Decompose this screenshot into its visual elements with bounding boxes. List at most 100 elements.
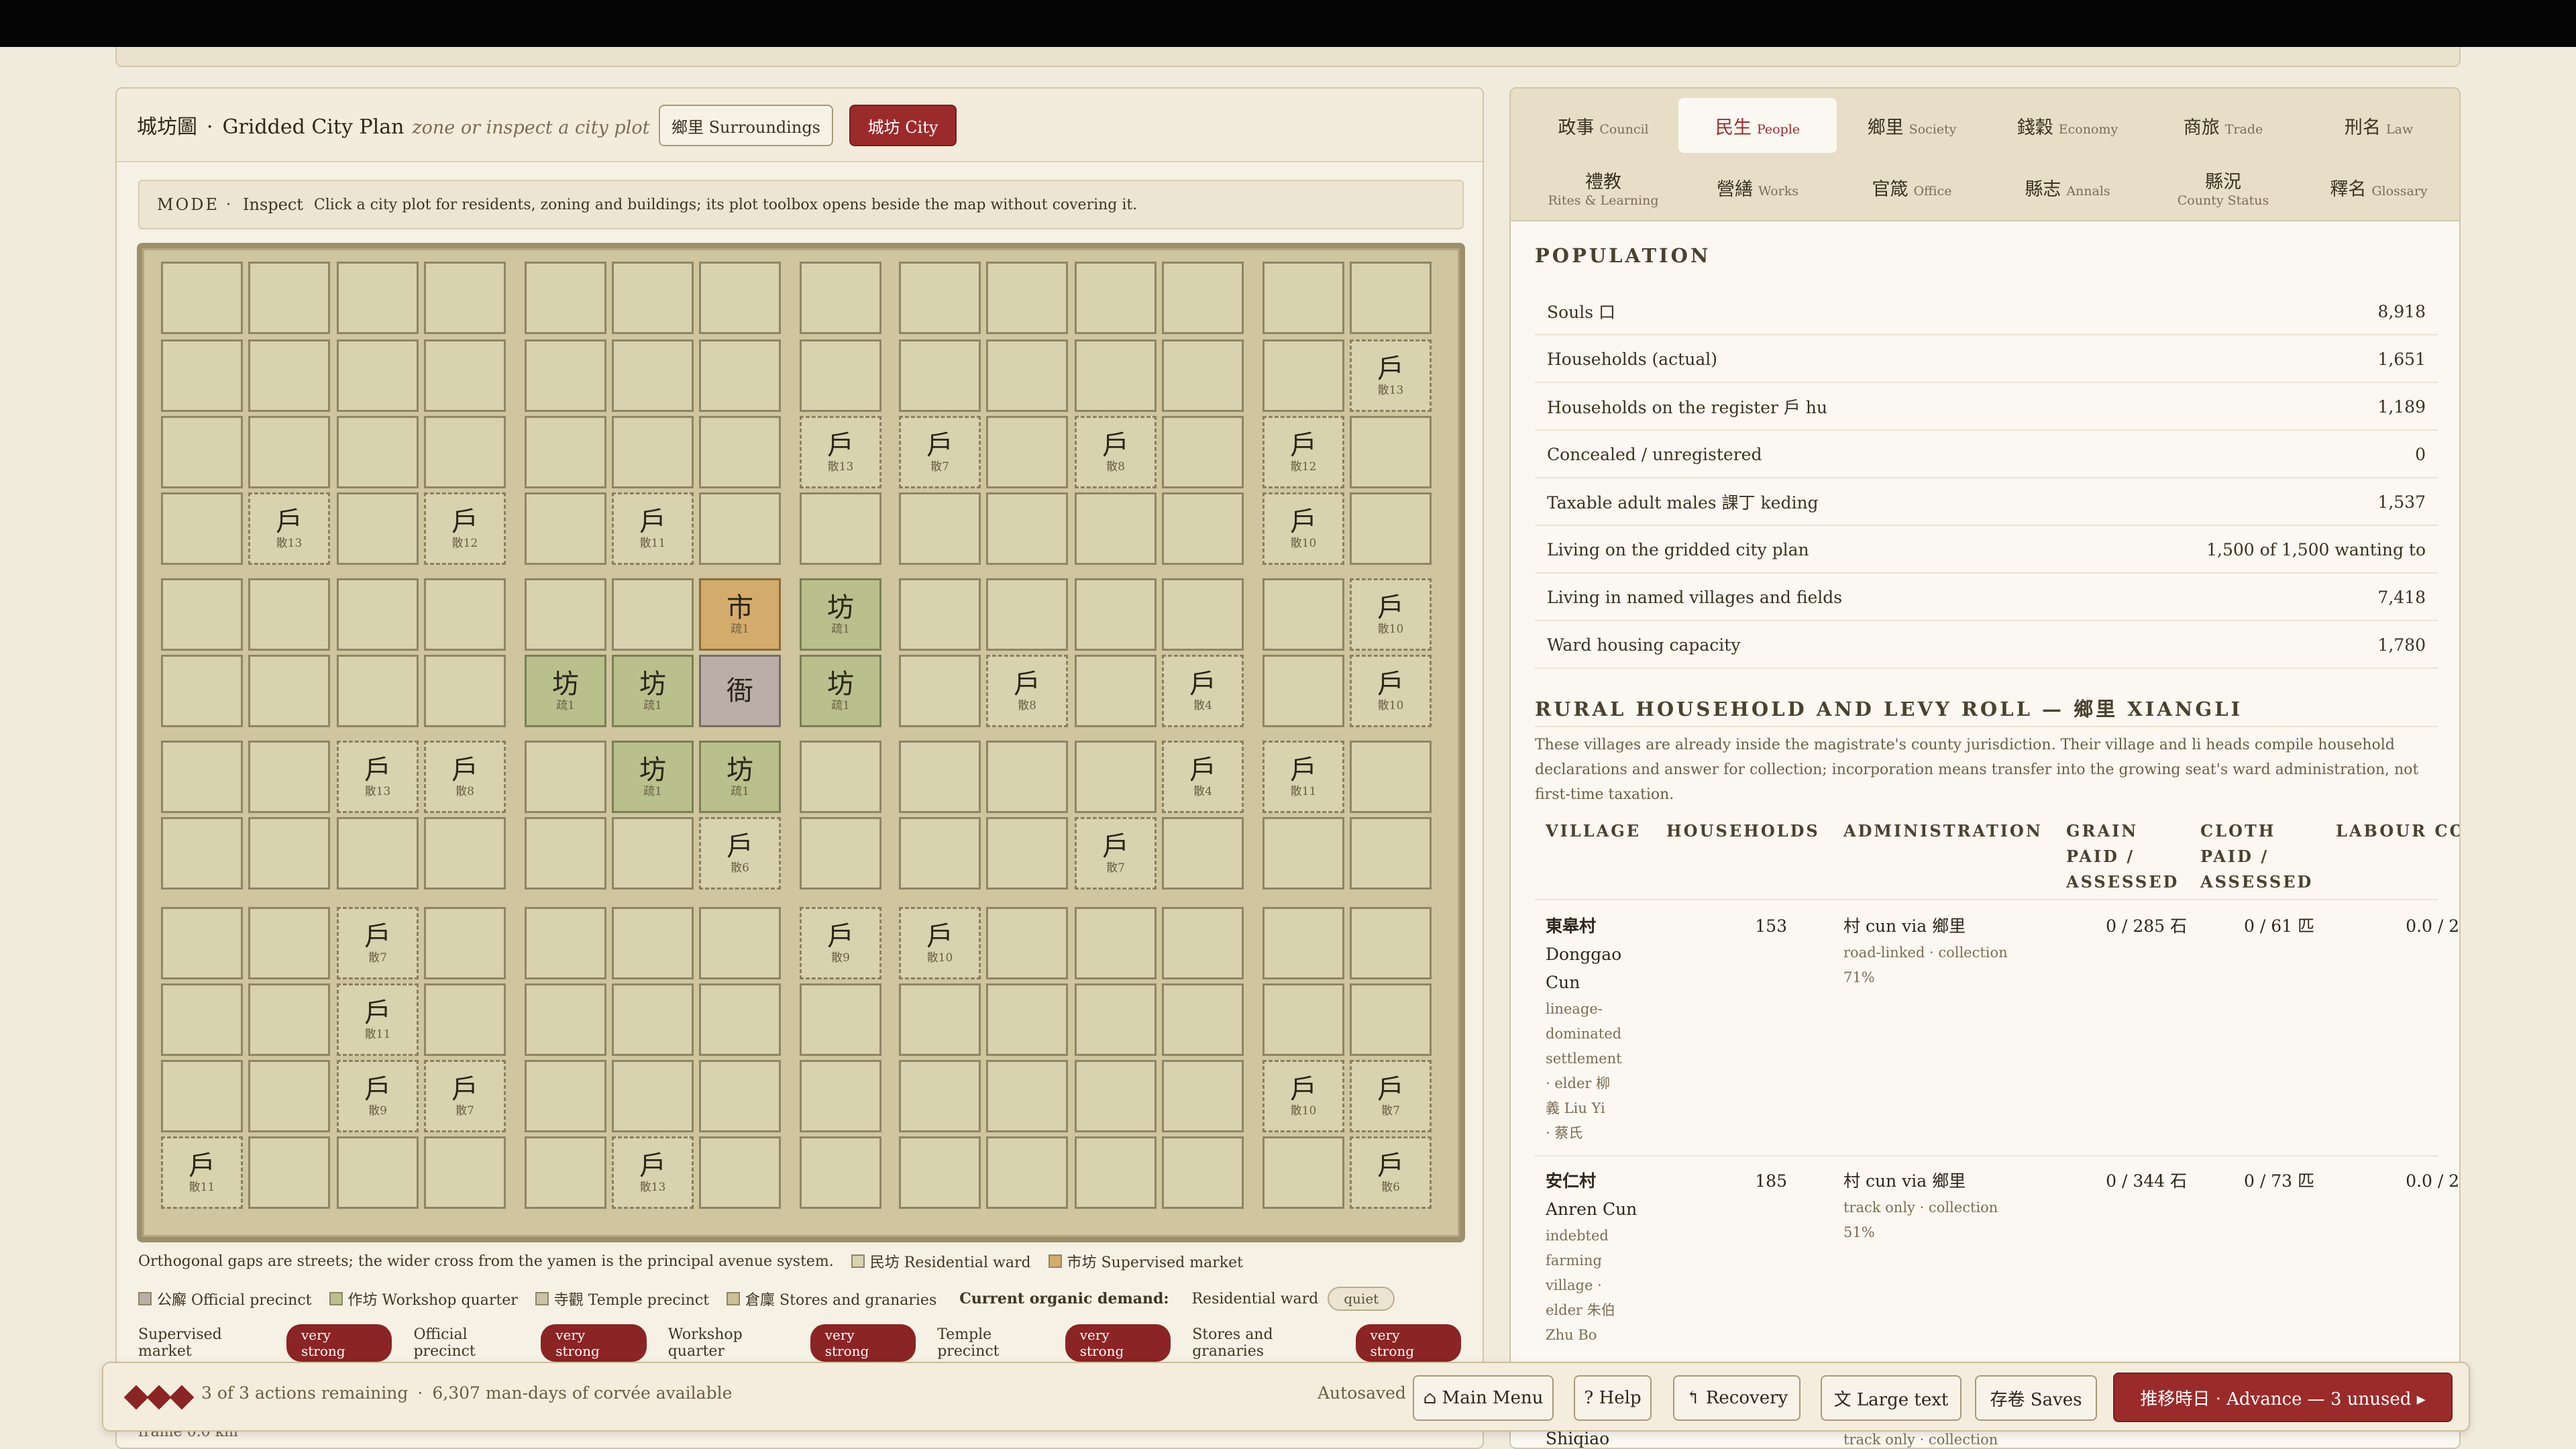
city-plot-empty[interactable] [986,262,1068,334]
city-plot-empty[interactable] [1263,655,1344,727]
large-text-button[interactable]: 文 Large text [1821,1375,1962,1421]
city-plot-empty[interactable] [899,1136,981,1209]
city-plot-empty[interactable] [525,741,606,813]
city-plot-empty[interactable] [899,655,981,727]
city-plot-empty[interactable] [161,655,243,727]
city-plot-empty[interactable] [525,339,606,412]
city-plot-empty[interactable] [248,262,330,334]
city-plot-hu[interactable]: 戶散10 [1350,578,1432,651]
city-plot-fang[interactable]: 坊疏1 [612,741,694,813]
saves-button[interactable]: 存卷 Saves [1975,1375,2097,1421]
city-plot-empty[interactable] [1162,1136,1244,1209]
city-grid[interactable]: 戶散13 戶散13 戶散7 戶散8 戶散12 戶散13 戶散12 戶散11 戶散10 市疏1 坊疏1… [137,243,1465,1242]
city-plot-hu[interactable]: 戶散13 [248,492,330,565]
city-plot-empty[interactable] [1162,1060,1244,1132]
tab-annals[interactable]: 縣志 Annals [1988,160,2147,215]
city-plot-empty[interactable] [1350,492,1432,565]
city-plot-hu[interactable]: 戶散7 [424,1060,506,1132]
city-plot-empty[interactable] [161,741,243,813]
city-plot-empty[interactable] [424,907,506,979]
city-plot-empty[interactable] [699,983,781,1056]
city-plot-empty[interactable] [1350,907,1432,979]
city-plot-empty[interactable] [161,1060,243,1132]
help-button[interactable]: ? Help [1574,1375,1652,1421]
city-plot-empty[interactable] [1075,1136,1157,1209]
city-plot-empty[interactable] [1162,983,1244,1056]
city-plot-empty[interactable] [525,416,606,488]
city-plot-hu[interactable]: 戶散9 [800,907,881,979]
city-plot-empty[interactable] [525,983,606,1056]
city-plot-hu[interactable]: 戶散11 [1263,741,1344,813]
city-plot-empty[interactable] [248,655,330,727]
recovery-button[interactable]: ↰ Recovery [1673,1375,1801,1421]
city-plot-empty[interactable] [525,262,606,334]
city-plot-empty[interactable] [986,578,1068,651]
city-plot-empty[interactable] [424,983,506,1056]
city-plot-empty[interactable] [612,1060,694,1132]
city-plot-empty[interactable] [612,983,694,1056]
city-plot-empty[interactable] [1075,339,1157,412]
city-plot-empty[interactable] [1263,262,1344,334]
city-plot-empty[interactable] [161,578,243,651]
city-plot-empty[interactable] [986,817,1068,890]
city-plot-empty[interactable] [1075,741,1157,813]
tab-people[interactable]: 民生 People [1678,98,1837,153]
city-plot-empty[interactable] [1075,655,1157,727]
city-plot-empty[interactable] [800,339,881,412]
city-plot-empty[interactable] [248,1136,330,1209]
city-plot-empty[interactable] [986,492,1068,565]
main-menu-button[interactable]: ⌂ Main Menu [1413,1375,1554,1421]
city-plot-fang[interactable]: 坊疏1 [525,655,606,727]
city-plot-hu[interactable]: 戶散6 [699,817,781,890]
city-plot-empty[interactable] [800,817,881,890]
city-plot-empty[interactable] [248,817,330,890]
city-button[interactable]: 城坊 City [849,105,957,146]
city-plot-hu[interactable]: 戶散13 [612,1136,694,1209]
city-plot-empty[interactable] [161,492,243,565]
city-plot-empty[interactable] [337,492,419,565]
city-plot-empty[interactable] [986,907,1068,979]
city-plot-ya[interactable]: 衙 [699,655,781,727]
city-plot-empty[interactable] [424,416,506,488]
city-plot-empty[interactable] [1263,1136,1344,1209]
city-plot-empty[interactable] [424,817,506,890]
city-plot-hu[interactable]: 戶散10 [1350,655,1432,727]
city-plot-empty[interactable] [1263,983,1344,1056]
city-plot-empty[interactable] [1263,578,1344,651]
city-plot-empty[interactable] [248,741,330,813]
city-plot-empty[interactable] [525,578,606,651]
city-plot-empty[interactable] [161,907,243,979]
city-plot-hu[interactable]: 戶散8 [424,741,506,813]
city-plot-empty[interactable] [525,1060,606,1132]
city-plot-hu[interactable]: 戶散9 [337,1060,419,1132]
city-plot-empty[interactable] [986,983,1068,1056]
city-plot-hu[interactable]: 戶散7 [899,416,981,488]
city-plot-empty[interactable] [986,339,1068,412]
city-plot-empty[interactable] [1350,262,1432,334]
city-plot-empty[interactable] [1350,741,1432,813]
city-plot-hu[interactable]: 戶散10 [1263,1060,1344,1132]
city-plot-empty[interactable] [337,262,419,334]
city-plot-empty[interactable] [424,262,506,334]
city-plot-empty[interactable] [699,1060,781,1132]
city-plot-empty[interactable] [800,1060,881,1132]
city-plot-empty[interactable] [1075,907,1157,979]
city-plot-hu[interactable]: 戶散8 [986,655,1068,727]
city-plot-empty[interactable] [424,339,506,412]
city-plot-empty[interactable] [899,578,981,651]
tab-law[interactable]: 刑名 Law [2300,98,2458,153]
city-plot-empty[interactable] [1162,262,1244,334]
city-plot-hu[interactable]: 戶散4 [1162,655,1244,727]
city-plot-empty[interactable] [161,983,243,1056]
city-plot-empty[interactable] [800,492,881,565]
city-plot-empty[interactable] [699,262,781,334]
city-plot-empty[interactable] [986,1136,1068,1209]
city-plot-empty[interactable] [699,339,781,412]
tab-glossary[interactable]: 釋名 Glossary [2300,160,2458,215]
city-plot-empty[interactable] [899,983,981,1056]
city-plot-empty[interactable] [612,907,694,979]
city-plot-empty[interactable] [424,578,506,651]
city-plot-hu[interactable]: 戶散13 [800,416,881,488]
city-plot-empty[interactable] [248,416,330,488]
city-plot-empty[interactable] [1350,983,1432,1056]
